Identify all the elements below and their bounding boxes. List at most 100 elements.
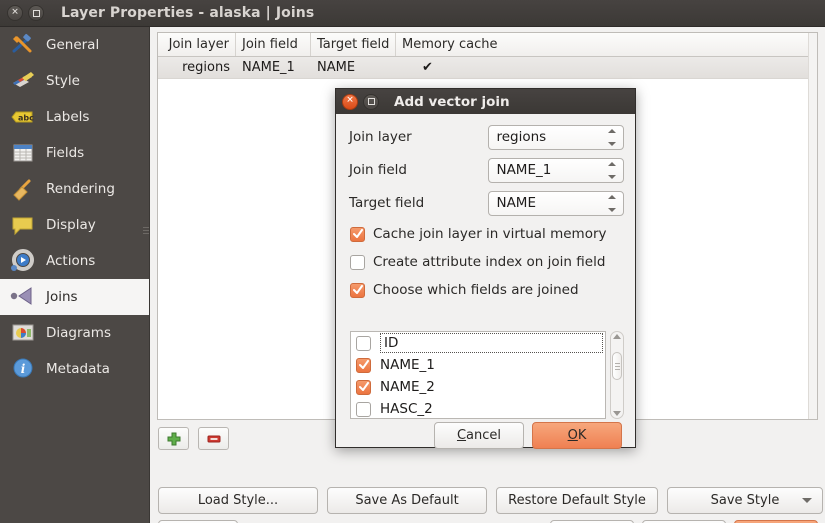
svg-text:abc: abc [18,114,34,123]
plus-icon [167,432,180,445]
join-field-row: Join field NAME_1 [349,157,624,183]
checkbox-box[interactable] [356,357,371,373]
check-icon [358,382,369,391]
dialog-ok-button[interactable]: OK [532,422,622,449]
save-as-default-button[interactable]: Save As Default [327,487,487,514]
list-item[interactable]: HASC_2 [351,398,605,418]
join-actions [158,427,229,450]
sidebar-item-label: Fields [46,145,85,161]
add-join-button[interactable] [158,427,189,450]
spinner-arrows-icon[interactable] [608,194,616,212]
list-item-label: HASC_2 [380,401,433,417]
close-icon[interactable]: ✕ [7,5,23,21]
column-header-target-field[interactable]: Target field [311,33,396,56]
spinner-arrows-icon[interactable] [608,161,616,179]
cell-target-field: NAME [317,60,356,75]
sidebar-item-label: Joins [46,289,78,305]
svg-text:i: i [21,362,26,376]
joins-table-scrollbar[interactable] [808,33,817,419]
dialog-body: Join layer regions Join field NAME_1 Tar… [336,114,635,449]
join-arrow-icon [10,285,36,309]
cell-memory-cache: ✔ [422,60,433,75]
table-grid-icon [10,141,36,165]
field-list-scrollbar[interactable] [610,331,624,419]
checkbox-box[interactable] [356,379,371,395]
target-field-value: NAME [496,195,536,211]
dialog-ok-label-rest: K [577,428,587,443]
dialog-buttons: Cancel OK [336,422,635,449]
sidebar-item-display[interactable]: Display [0,207,149,243]
remove-join-button[interactable] [198,427,229,450]
join-field-combobox[interactable]: NAME_1 [488,157,624,183]
list-item[interactable]: NAME_1 [351,354,605,376]
sidebar-item-actions[interactable]: Actions [0,243,149,279]
sidebar-item-general[interactable]: General [0,27,149,63]
choose-fields-checkbox[interactable]: Choose which fields are joined [350,282,579,298]
save-style-label: Save Style [710,493,780,508]
restore-default-style-button[interactable]: Restore Default Style [496,487,658,514]
join-field-label: Join field [349,162,407,178]
checkbox-box [350,226,365,242]
style-buttons-row: Load Style... Save As Default Restore De… [158,487,823,514]
close-icon[interactable]: ✕ [342,93,358,110]
dialog-titlebar: ✕ Add vector join [336,89,635,114]
checkbox-label: Create attribute index on join field [373,254,606,270]
window-title: Layer Properties - alaska | Joins [61,5,315,21]
sidebar-item-label: Labels [46,109,90,125]
join-layer-row: Join layer regions [349,124,624,150]
dialog-title: Add vector join [394,93,510,110]
join-layer-combobox[interactable]: regions [488,124,624,150]
sidebar-item-label: Metadata [46,361,110,377]
list-item-label: NAME_2 [380,379,435,395]
spinner-arrows-icon[interactable] [608,128,616,146]
list-item-label: NAME_1 [380,357,435,373]
sidebar-scroll-grip[interactable] [143,227,149,236]
sidebar-item-style[interactable]: Style [0,63,149,99]
chevron-down-icon [802,498,812,503]
checkbox-box [350,282,365,298]
join-layer-label: Join layer [349,129,412,145]
save-style-dropdown-button[interactable]: Save Style [667,487,823,514]
checkbox-box[interactable] [356,401,371,417]
joined-fields-list[interactable]: ID NAME_1 NAME_2 HASC_2 [350,331,606,419]
sidebar-item-labels[interactable]: abc Labels [0,99,149,135]
column-header-memory-cache[interactable]: Memory cache [396,33,817,56]
sidebar-item-label: General [46,37,100,53]
list-item[interactable]: NAME_2 [351,376,605,398]
maximize-icon[interactable] [28,5,44,21]
abc-label-icon: abc [10,105,36,129]
list-item[interactable]: ID [351,332,605,354]
check-icon [352,285,363,294]
scroll-down-icon[interactable] [613,411,621,416]
info-icon: i [10,357,36,381]
sidebar-item-rendering[interactable]: Rendering [0,171,149,207]
dialog-cancel-button[interactable]: Cancel [434,422,524,449]
column-header-join-field[interactable]: Join field [236,33,311,56]
target-field-combobox[interactable]: NAME [488,190,624,216]
cache-join-layer-checkbox[interactable]: Cache join layer in virtual memory [350,226,607,242]
sidebar-item-joins[interactable]: Joins [0,279,149,315]
sidebar-item-label: Diagrams [46,325,111,341]
sidebar-item-fields[interactable]: Fields [0,135,149,171]
sidebar-item-label: Rendering [46,181,115,197]
target-field-row: Target field NAME [349,190,624,216]
checkbox-label: Cache join layer in virtual memory [373,226,607,242]
sidebar-item-metadata[interactable]: i Metadata [0,351,149,387]
checkbox-box[interactable] [356,335,371,351]
sidebar-item-diagrams[interactable]: Diagrams [0,315,149,351]
load-style-button[interactable]: Load Style... [158,487,318,514]
dialog-ok-mnemonic: O [567,428,578,443]
cell-join-layer: regions [182,60,230,75]
check-icon [358,360,369,369]
create-attribute-index-checkbox[interactable]: Create attribute index on join field [350,254,605,270]
table-row[interactable]: regions NAME_1 NAME ✔ [158,57,817,79]
column-header-join-layer[interactable]: Join layer [158,33,236,56]
layer-properties-window: ✕ Layer Properties - alaska | Joins Gene… [0,0,825,523]
speech-bubble-icon [10,213,36,237]
cell-join-field: NAME_1 [242,60,295,75]
window-titlebar: ✕ Layer Properties - alaska | Joins [0,0,825,27]
scroll-up-icon[interactable] [613,334,621,339]
maximize-icon[interactable] [363,93,379,110]
scrollbar-thumb[interactable] [612,352,622,380]
gear-play-icon [10,249,36,273]
